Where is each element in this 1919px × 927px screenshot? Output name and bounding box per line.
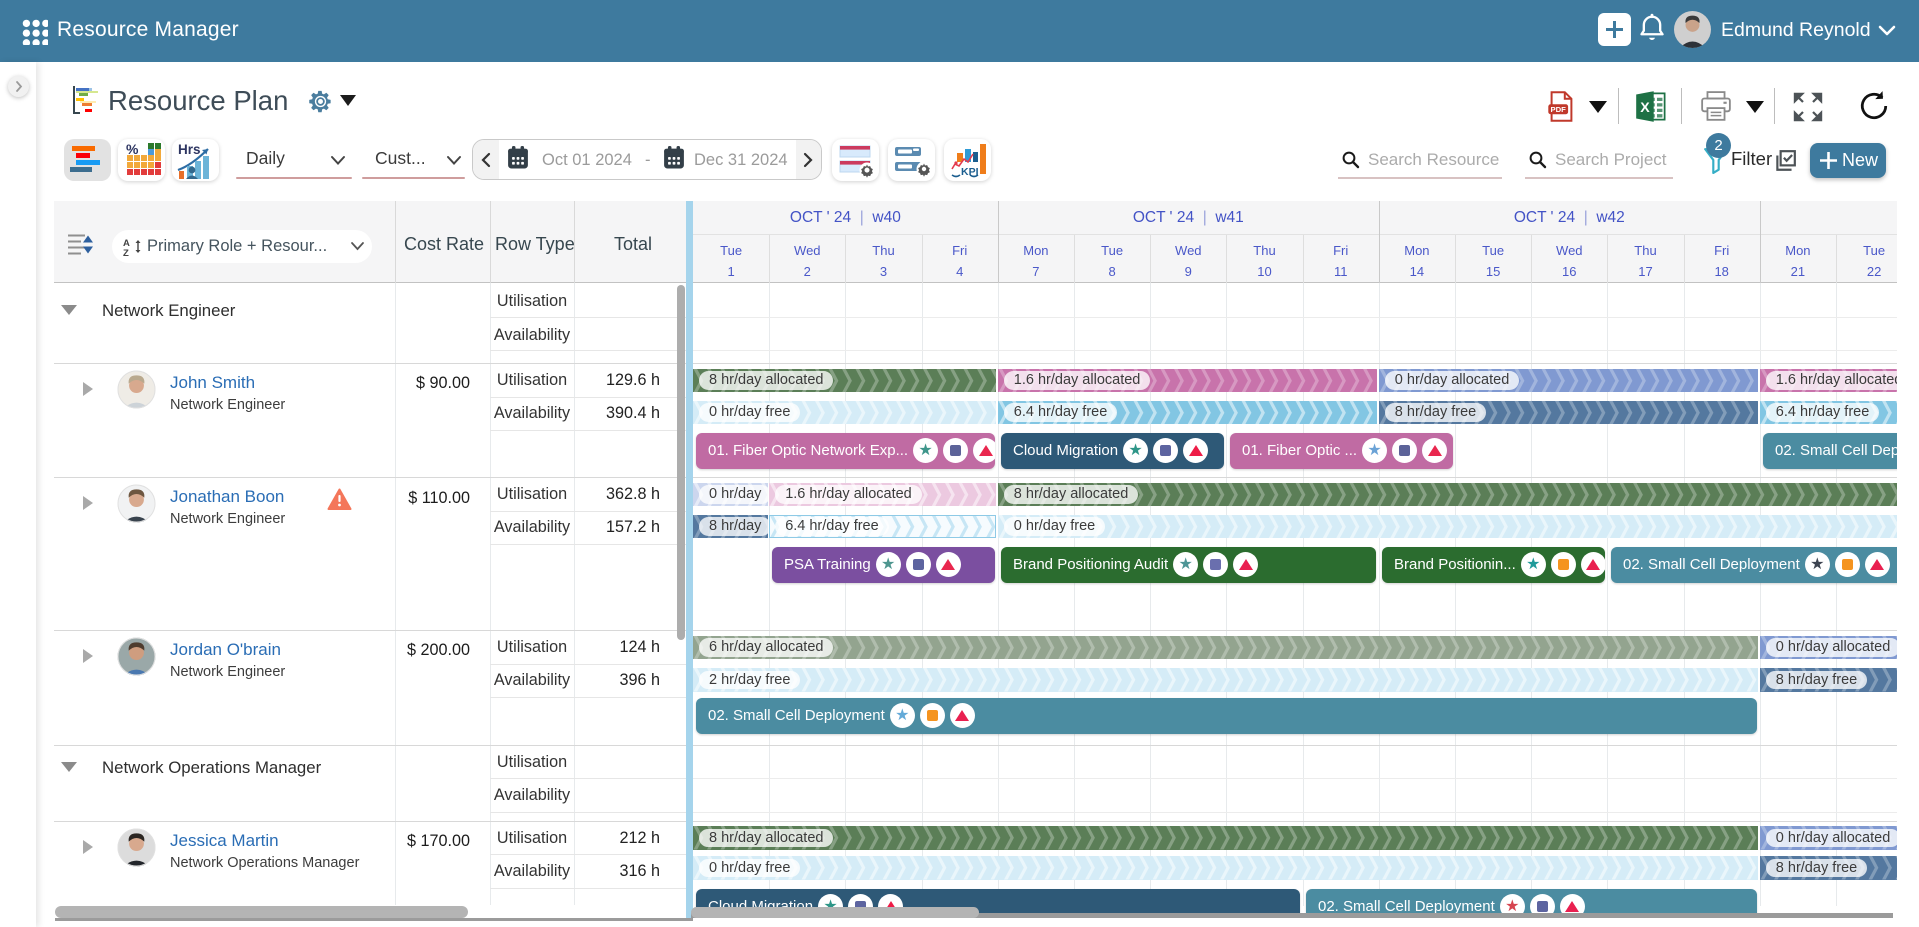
svg-text:X: X — [1640, 100, 1650, 116]
svg-text:Z: Z — [123, 248, 129, 257]
svg-text:Hrs: Hrs — [178, 142, 201, 157]
svg-text:%: % — [126, 141, 139, 157]
svg-text:PDF: PDF — [1551, 105, 1567, 114]
